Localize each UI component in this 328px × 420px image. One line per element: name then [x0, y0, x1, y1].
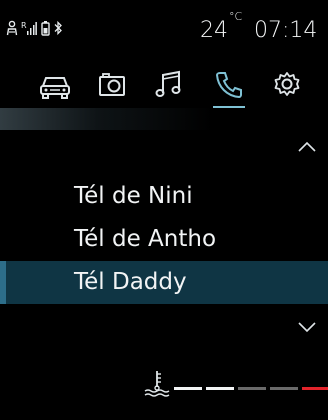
- coolant-temperature-icon: [143, 368, 171, 398]
- list-item[interactable]: Tél de Antho: [0, 218, 328, 261]
- level-segment: [302, 387, 328, 390]
- chevron-up-icon: [296, 140, 318, 159]
- list-item[interactable]: Tél de Nini: [0, 175, 328, 218]
- battery-icon: [40, 20, 50, 40]
- tab-phone[interactable]: [207, 62, 251, 108]
- signal-glyph: R: [21, 21, 27, 30]
- outside-temperature: 24°C: [200, 10, 242, 43]
- level-segment: [238, 387, 266, 390]
- contact-label: Tél de Nini: [74, 183, 193, 209]
- tab-camera[interactable]: [90, 62, 134, 106]
- user-profile-icon: [6, 20, 18, 40]
- contact-list: Tél de Nini Tél de Antho Tél Daddy: [0, 175, 328, 304]
- level-segment: [206, 387, 234, 390]
- contact-label: Tél de Antho: [74, 226, 217, 252]
- scroll-up-button[interactable]: [296, 139, 318, 155]
- temperature-value: 24: [200, 18, 228, 43]
- status-icons: R: [6, 20, 63, 40]
- header-glow: [0, 108, 328, 130]
- list-item-selected[interactable]: Tél Daddy: [0, 261, 328, 304]
- tab-vehicle[interactable]: [33, 62, 77, 106]
- contact-label: Tél Daddy: [74, 269, 187, 295]
- signal-strength-icon: R: [21, 20, 37, 40]
- clock: 07:14: [254, 18, 318, 43]
- tab-bar: [0, 62, 328, 114]
- level-segment: [270, 387, 298, 390]
- chevron-down-icon: [296, 320, 318, 339]
- tab-settings[interactable]: [265, 62, 309, 106]
- tab-media[interactable]: [147, 62, 191, 106]
- coolant-level-gauge: [174, 387, 328, 390]
- bluetooth-icon: [53, 20, 63, 40]
- level-segment: [174, 387, 202, 390]
- temperature-unit: °C: [229, 9, 243, 23]
- status-bar: R 24°C 07:14: [0, 0, 328, 60]
- scroll-down-button[interactable]: [296, 319, 318, 335]
